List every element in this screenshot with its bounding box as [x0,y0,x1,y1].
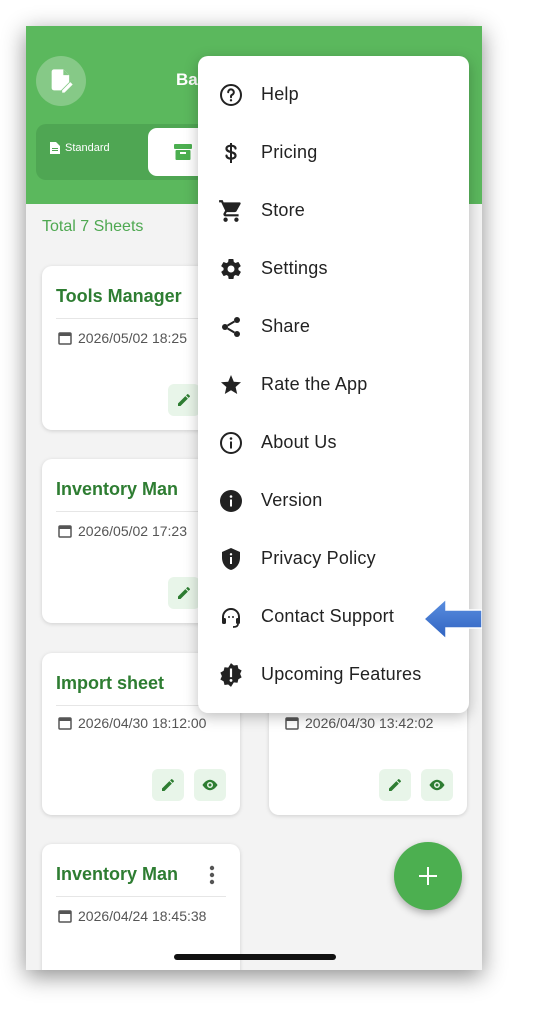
dollar-icon [218,140,244,166]
shield-icon [218,546,244,572]
app-logo-icon[interactable] [36,56,86,106]
menu-item-store[interactable]: Store [198,182,469,240]
pencil-icon [162,778,174,791]
edit-button[interactable] [168,577,200,609]
gear-icon [218,256,244,282]
menu-item-label: About Us [261,432,337,452]
sheet-card-title: Inventory Man [56,479,179,499]
menu-item-label: Share [261,316,311,336]
menu-item-label: Pricing [261,142,318,162]
menu-item-rate-app[interactable]: Rate the App [198,356,469,414]
menu-item-label: Store [261,200,306,220]
tab-standard[interactable]: Standard [50,142,110,154]
pencil-icon [178,393,190,406]
alert-badge-icon [218,662,244,688]
menu-item-label: Privacy Policy [261,548,376,568]
sheet-card-title: Tools Manager [56,286,182,306]
menu-item-pricing[interactable]: Pricing [198,124,469,182]
sheet-card-date: 2026/05/02 17:23 [58,523,187,539]
archive-icon [174,144,192,160]
menu-item-label: Settings [261,258,328,278]
menu-item-label: Contact Support [261,606,395,626]
eye-icon [202,779,218,791]
page: Ba Standard Total 7 Sheets Tools Manager… [0,0,536,1024]
info-filled-icon [218,488,244,514]
sheet-card-title: Inventory Man [56,864,179,884]
star-icon [218,372,244,398]
document-icon [50,142,60,154]
calendar-icon [285,717,299,730]
menu-item-label: Upcoming Features [261,664,422,684]
home-indicator[interactable] [174,954,336,960]
tab-standard-label: Standard [65,142,110,154]
pencil-icon [389,778,401,791]
total-sheets-label: Total 7 Sheets [42,218,144,235]
menu-item-settings[interactable]: Settings [198,240,469,298]
menu-item-about-us[interactable]: About Us [198,414,469,472]
share-icon [218,314,244,340]
plus-icon [419,867,437,885]
menu-item-label: Help [261,84,299,104]
view-button[interactable] [421,769,453,801]
menu-item-label: Version [261,490,323,510]
menu-item-privacy-policy[interactable]: Privacy Policy [198,530,469,588]
menu-item-help[interactable]: Help [198,66,469,124]
info-outline-icon [218,430,244,456]
sheet-card-title: Import sheet [56,673,165,693]
sheet-card-date: 2026/04/30 18:12:00 [58,715,206,731]
help-circle-icon [218,82,244,108]
sheet-card-date: 2026/04/30 13:42:02 [285,715,433,731]
calendar-icon [58,332,72,345]
menu-item-version[interactable]: Version [198,472,469,530]
more-vertical-icon [209,865,215,885]
edit-button[interactable] [379,769,411,801]
eye-icon [429,779,445,791]
menu-item-share[interactable]: Share [198,298,469,356]
edit-button[interactable] [168,384,200,416]
phone-screen: Ba Standard Total 7 Sheets Tools Manager… [26,26,482,970]
sheet-card[interactable]: Inventory Man 2026/04/24 18:45:38 [42,844,240,970]
pointer-arrow-icon [422,597,482,641]
calendar-icon [58,910,72,923]
add-sheet-button[interactable] [394,842,462,910]
sheet-card-date: 2026/04/24 18:45:38 [58,908,206,924]
menu-item-upcoming-features[interactable]: Upcoming Features [198,646,469,704]
cart-icon [218,198,244,224]
more-options-button[interactable] [202,862,222,888]
divider [56,896,226,897]
pencil-icon [178,586,190,599]
menu-item-label: Rate the App [261,374,368,394]
edit-button[interactable] [152,769,184,801]
sheet-card-date: 2026/05/02 18:25 [58,330,187,346]
view-button[interactable] [194,769,226,801]
calendar-icon [58,717,72,730]
calendar-icon [58,525,72,538]
headset-icon [218,604,244,630]
